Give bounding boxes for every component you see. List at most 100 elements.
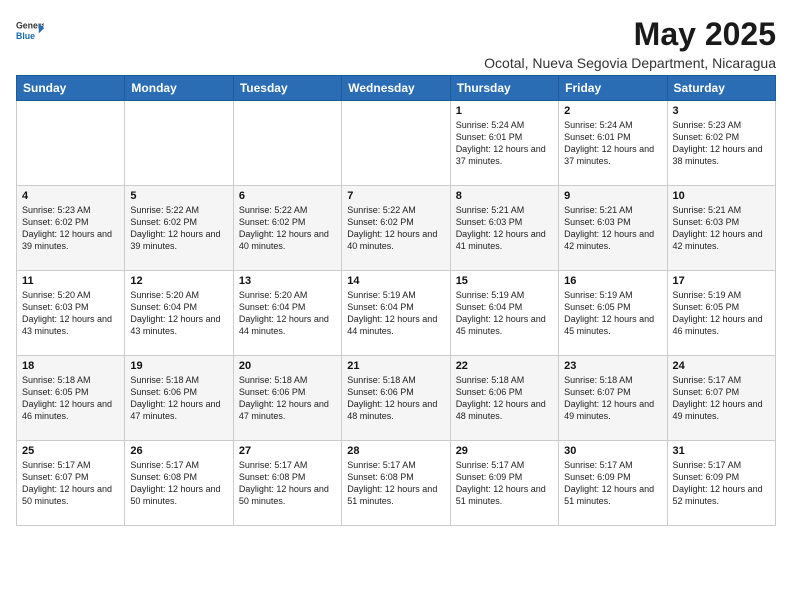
calendar-cell: 12 Sunrise: 5:20 AMSunset: 6:04 PMDayligh… <box>125 271 233 356</box>
cell-sun-info: Sunrise: 5:20 AMSunset: 6:04 PMDaylight:… <box>239 289 336 338</box>
cell-day-number: 5 <box>130 190 227 202</box>
calendar-cell: 18 Sunrise: 5:18 AMSunset: 6:05 PMDayligh… <box>17 356 125 441</box>
weekday-header-monday: Monday <box>125 76 233 101</box>
cell-sun-info: Sunrise: 5:18 AMSunset: 6:06 PMDaylight:… <box>239 374 336 423</box>
calendar-cell: 11 Sunrise: 5:20 AMSunset: 6:03 PMDayligh… <box>17 271 125 356</box>
weekday-header-wednesday: Wednesday <box>342 76 450 101</box>
cell-sun-info: Sunrise: 5:18 AMSunset: 6:06 PMDaylight:… <box>456 374 553 423</box>
calendar-cell <box>125 101 233 186</box>
calendar-cell: 6 Sunrise: 5:22 AMSunset: 6:02 PMDaylight… <box>233 186 341 271</box>
cell-sun-info: Sunrise: 5:18 AMSunset: 6:07 PMDaylight:… <box>564 374 661 423</box>
header-section: General Blue May 2025 Ocotal, Nueva Sego… <box>16 16 776 71</box>
cell-sun-info: Sunrise: 5:24 AMSunset: 6:01 PMDaylight:… <box>456 119 553 168</box>
cell-sun-info: Sunrise: 5:20 AMSunset: 6:04 PMDaylight:… <box>130 289 227 338</box>
calendar-week-row: 1 Sunrise: 5:24 AMSunset: 6:01 PMDaylight… <box>17 101 776 186</box>
calendar-week-row: 25 Sunrise: 5:17 AMSunset: 6:07 PMDayligh… <box>17 441 776 526</box>
cell-sun-info: Sunrise: 5:18 AMSunset: 6:06 PMDaylight:… <box>347 374 444 423</box>
cell-sun-info: Sunrise: 5:17 AMSunset: 6:07 PMDaylight:… <box>22 459 119 508</box>
cell-day-number: 29 <box>456 445 553 457</box>
cell-day-number: 22 <box>456 360 553 372</box>
cell-day-number: 11 <box>22 275 119 287</box>
title-block: May 2025 Ocotal, Nueva Segovia Departmen… <box>484 16 776 71</box>
logo: General Blue <box>16 16 44 44</box>
cell-day-number: 20 <box>239 360 336 372</box>
cell-sun-info: Sunrise: 5:22 AMSunset: 6:02 PMDaylight:… <box>347 204 444 253</box>
calendar-cell: 13 Sunrise: 5:20 AMSunset: 6:04 PMDayligh… <box>233 271 341 356</box>
cell-day-number: 13 <box>239 275 336 287</box>
weekday-header-sunday: Sunday <box>17 76 125 101</box>
cell-day-number: 21 <box>347 360 444 372</box>
cell-sun-info: Sunrise: 5:23 AMSunset: 6:02 PMDaylight:… <box>673 119 770 168</box>
cell-sun-info: Sunrise: 5:21 AMSunset: 6:03 PMDaylight:… <box>456 204 553 253</box>
calendar-cell: 3Sunrise: 5:23 AMSunset: 6:02 PMDaylight… <box>667 101 775 186</box>
calendar-cell: 9 Sunrise: 5:21 AMSunset: 6:03 PMDaylight… <box>559 186 667 271</box>
calendar-cell: 1 Sunrise: 5:24 AMSunset: 6:01 PMDaylight… <box>450 101 558 186</box>
general-blue-icon: General Blue <box>16 16 44 44</box>
calendar-cell: 31Sunrise: 5:17 AMSunset: 6:09 PMDayligh… <box>667 441 775 526</box>
weekday-header-friday: Friday <box>559 76 667 101</box>
cell-sun-info: Sunrise: 5:17 AMSunset: 6:08 PMDaylight:… <box>239 459 336 508</box>
cell-sun-info: Sunrise: 5:22 AMSunset: 6:02 PMDaylight:… <box>130 204 227 253</box>
calendar-cell: 27 Sunrise: 5:17 AMSunset: 6:08 PMDayligh… <box>233 441 341 526</box>
calendar-title: May 2025 <box>484 16 776 53</box>
cell-sun-info: Sunrise: 5:24 AMSunset: 6:01 PMDaylight:… <box>564 119 661 168</box>
cell-sun-info: Sunrise: 5:17 AMSunset: 6:07 PMDaylight:… <box>673 374 770 423</box>
svg-text:Blue: Blue <box>16 31 35 41</box>
calendar-cell: 5 Sunrise: 5:22 AMSunset: 6:02 PMDaylight… <box>125 186 233 271</box>
calendar-cell: 24Sunrise: 5:17 AMSunset: 6:07 PMDayligh… <box>667 356 775 441</box>
cell-day-number: 4 <box>22 190 119 202</box>
cell-day-number: 30 <box>564 445 661 457</box>
cell-day-number: 9 <box>564 190 661 202</box>
calendar-cell: 23 Sunrise: 5:18 AMSunset: 6:07 PMDayligh… <box>559 356 667 441</box>
cell-day-number: 18 <box>22 360 119 372</box>
calendar-cell: 30 Sunrise: 5:17 AMSunset: 6:09 PMDayligh… <box>559 441 667 526</box>
cell-day-number: 10 <box>673 190 770 202</box>
cell-sun-info: Sunrise: 5:20 AMSunset: 6:03 PMDaylight:… <box>22 289 119 338</box>
cell-day-number: 25 <box>22 445 119 457</box>
cell-sun-info: Sunrise: 5:19 AMSunset: 6:04 PMDaylight:… <box>347 289 444 338</box>
cell-day-number: 27 <box>239 445 336 457</box>
calendar-week-row: 11 Sunrise: 5:20 AMSunset: 6:03 PMDayligh… <box>17 271 776 356</box>
cell-sun-info: Sunrise: 5:17 AMSunset: 6:09 PMDaylight:… <box>673 459 770 508</box>
cell-sun-info: Sunrise: 5:17 AMSunset: 6:08 PMDaylight:… <box>347 459 444 508</box>
weekday-header-row: SundayMondayTuesdayWednesdayThursdayFrid… <box>17 76 776 101</box>
calendar-cell <box>17 101 125 186</box>
weekday-header-tuesday: Tuesday <box>233 76 341 101</box>
calendar-cell: 22 Sunrise: 5:18 AMSunset: 6:06 PMDayligh… <box>450 356 558 441</box>
cell-day-number: 23 <box>564 360 661 372</box>
calendar-cell: 8 Sunrise: 5:21 AMSunset: 6:03 PMDaylight… <box>450 186 558 271</box>
cell-sun-info: Sunrise: 5:22 AMSunset: 6:02 PMDaylight:… <box>239 204 336 253</box>
cell-sun-info: Sunrise: 5:19 AMSunset: 6:05 PMDaylight:… <box>564 289 661 338</box>
calendar-cell <box>233 101 341 186</box>
calendar-cell: 7 Sunrise: 5:22 AMSunset: 6:02 PMDaylight… <box>342 186 450 271</box>
cell-sun-info: Sunrise: 5:21 AMSunset: 6:03 PMDaylight:… <box>673 204 770 253</box>
calendar-cell: 21 Sunrise: 5:18 AMSunset: 6:06 PMDayligh… <box>342 356 450 441</box>
cell-day-number: 26 <box>130 445 227 457</box>
cell-sun-info: Sunrise: 5:18 AMSunset: 6:06 PMDaylight:… <box>130 374 227 423</box>
weekday-header-thursday: Thursday <box>450 76 558 101</box>
cell-sun-info: Sunrise: 5:17 AMSunset: 6:08 PMDaylight:… <box>130 459 227 508</box>
cell-day-number: 19 <box>130 360 227 372</box>
cell-sun-info: Sunrise: 5:19 AMSunset: 6:04 PMDaylight:… <box>456 289 553 338</box>
cell-sun-info: Sunrise: 5:21 AMSunset: 6:03 PMDaylight:… <box>564 204 661 253</box>
cell-day-number: 16 <box>564 275 661 287</box>
cell-sun-info: Sunrise: 5:18 AMSunset: 6:05 PMDaylight:… <box>22 374 119 423</box>
calendar-week-row: 4 Sunrise: 5:23 AMSunset: 6:02 PMDaylight… <box>17 186 776 271</box>
cell-day-number: 8 <box>456 190 553 202</box>
cell-day-number: 6 <box>239 190 336 202</box>
weekday-header-saturday: Saturday <box>667 76 775 101</box>
cell-day-number: 14 <box>347 275 444 287</box>
calendar-cell: 19 Sunrise: 5:18 AMSunset: 6:06 PMDayligh… <box>125 356 233 441</box>
calendar-cell: 2Sunrise: 5:24 AMSunset: 6:01 PMDaylight… <box>559 101 667 186</box>
cell-day-number: 1 <box>456 105 553 117</box>
cell-day-number: 12 <box>130 275 227 287</box>
calendar-cell: 26 Sunrise: 5:17 AMSunset: 6:08 PMDayligh… <box>125 441 233 526</box>
cell-sun-info: Sunrise: 5:17 AMSunset: 6:09 PMDaylight:… <box>564 459 661 508</box>
cell-day-number: 7 <box>347 190 444 202</box>
cell-day-number: 15 <box>456 275 553 287</box>
calendar-cell: 25 Sunrise: 5:17 AMSunset: 6:07 PMDayligh… <box>17 441 125 526</box>
calendar-subtitle: Ocotal, Nueva Segovia Department, Nicara… <box>484 55 776 71</box>
calendar-cell: 10 Sunrise: 5:21 AMSunset: 6:03 PMDayligh… <box>667 186 775 271</box>
calendar-table: SundayMondayTuesdayWednesdayThursdayFrid… <box>16 75 776 526</box>
cell-sun-info: Sunrise: 5:23 AMSunset: 6:02 PMDaylight:… <box>22 204 119 253</box>
